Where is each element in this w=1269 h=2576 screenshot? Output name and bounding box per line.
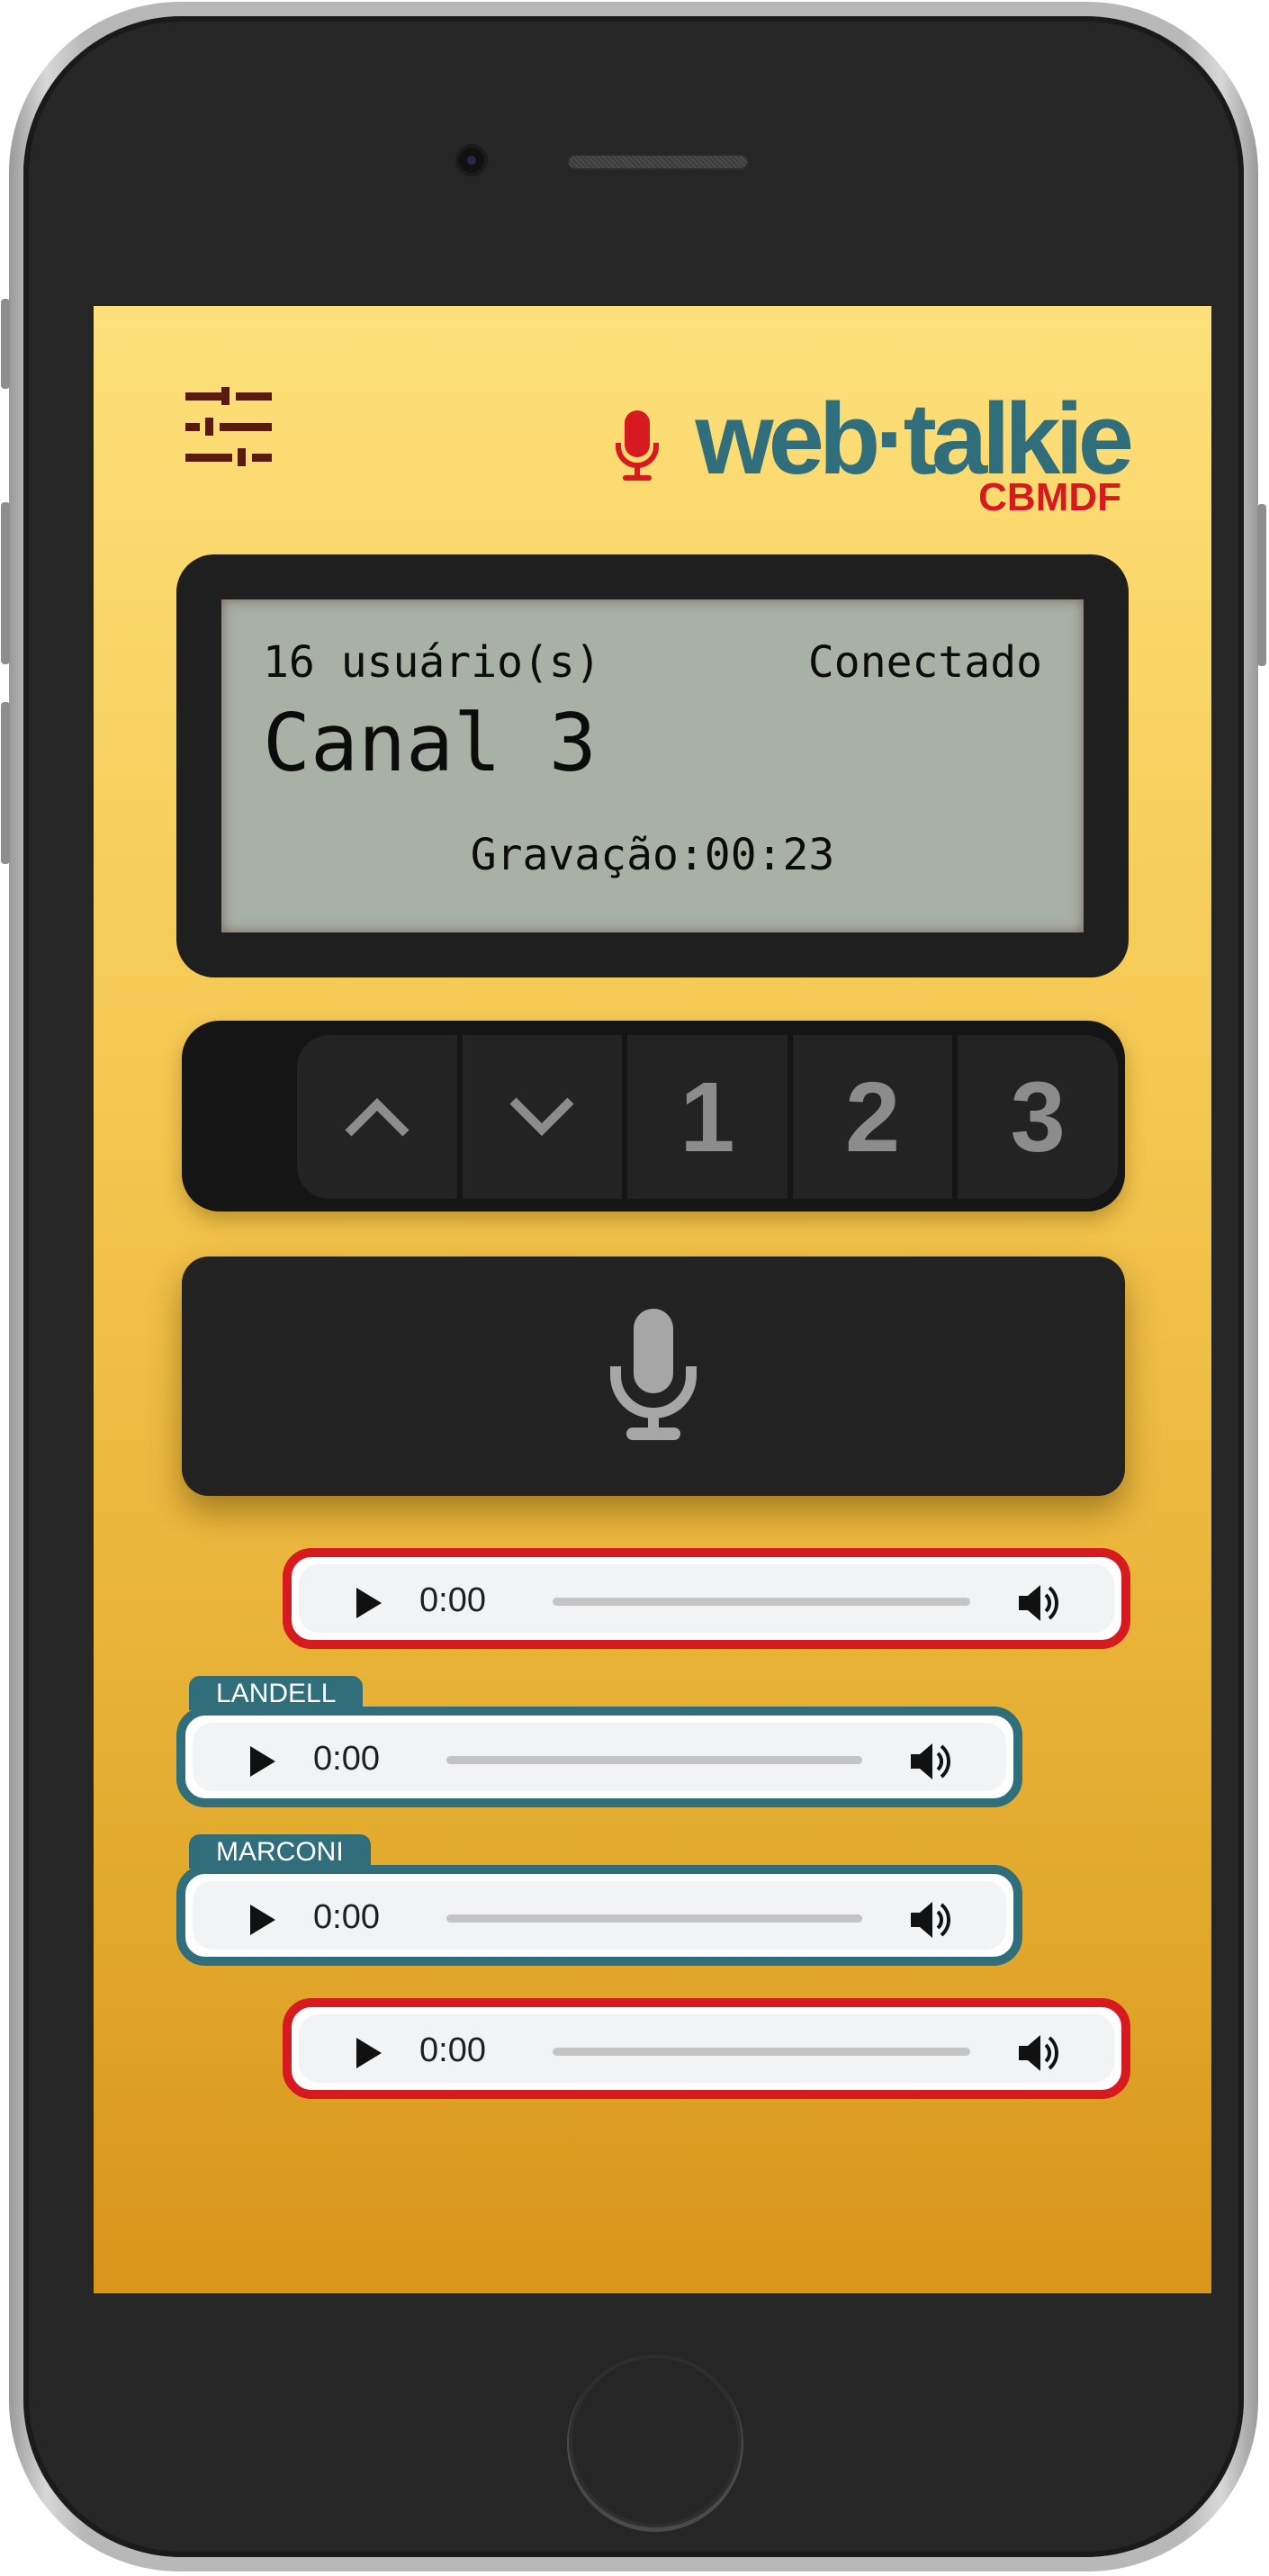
play-icon[interactable]: [248, 1903, 277, 1937]
channel-3-button[interactable]: 3: [958, 1035, 1118, 1199]
lcd-display: 16 usuário(s) Conectado Canal 3 Gravação…: [221, 599, 1084, 932]
audio-player: 0:00: [299, 1564, 1114, 1633]
phone-bezel: web·talkie CBMDF 16 usuário(s) Conectado…: [23, 16, 1244, 2557]
settings-button[interactable]: [185, 387, 272, 468]
audio-message-own: 0:00: [283, 1998, 1130, 2099]
chevron-up-icon: [345, 1097, 410, 1137]
audio-time: 0:00: [313, 1740, 380, 1778]
microphone-icon: [610, 1309, 697, 1440]
logo-microphone-icon: [616, 410, 659, 481]
play-icon[interactable]: [248, 1744, 277, 1779]
play-icon[interactable]: [355, 1586, 383, 1620]
sender-tag: LANDELL: [189, 1676, 364, 1710]
audio-player: 0:00: [193, 1723, 1006, 1791]
audio-time: 0:00: [419, 2031, 486, 2069]
chevron-down-icon: [509, 1097, 574, 1137]
home-button[interactable]: [569, 2355, 742, 2527]
webtalkie-logo: web·talkie CBMDF: [616, 389, 1134, 519]
play-icon[interactable]: [355, 2036, 383, 2070]
channel-keypad: 1 2 3: [182, 1021, 1125, 1211]
audio-progress-bar[interactable]: [553, 1598, 970, 1606]
lcd-display-frame: 16 usuário(s) Conectado Canal 3 Gravação…: [176, 554, 1129, 977]
audio-message-peer: 0:00: [176, 1865, 1022, 1966]
app-screen: web·talkie CBMDF 16 usuário(s) Conectado…: [94, 306, 1211, 2293]
channel-2-button[interactable]: 2: [792, 1035, 958, 1199]
earpiece-speaker: [567, 154, 749, 170]
channel-down-button[interactable]: [462, 1035, 628, 1199]
sender-tag: MARCONI: [189, 1834, 371, 1869]
audio-player: 0:00: [299, 2014, 1114, 2083]
mute-switch: [1, 299, 10, 389]
audio-message-peer: 0:00: [176, 1707, 1022, 1807]
front-camera: [459, 148, 484, 173]
phone-frame: web·talkie CBMDF 16 usuário(s) Conectado…: [1, 2, 1266, 2571]
volume-icon[interactable]: [1017, 1582, 1064, 1624]
volume-up-button: [1, 502, 10, 664]
sliders-icon: [185, 387, 272, 466]
volume-icon[interactable]: [909, 1741, 956, 1782]
logo-subtitle: CBMDF: [978, 475, 1121, 519]
push-to-talk-button[interactable]: [182, 1256, 1125, 1496]
channel-up-button[interactable]: [297, 1035, 463, 1199]
audio-progress-bar[interactable]: [446, 1914, 862, 1923]
audio-time: 0:00: [313, 1898, 380, 1936]
volume-icon[interactable]: [1017, 2032, 1064, 2074]
channel-keys: 1 2 3: [297, 1035, 1118, 1199]
audio-progress-bar[interactable]: [553, 2048, 970, 2056]
user-count: 16 usuário(s): [263, 637, 601, 688]
power-button: [1257, 504, 1266, 666]
connection-status: Conectado: [807, 637, 1042, 688]
channel-1-button[interactable]: 1: [627, 1035, 793, 1199]
volume-down-button: [1, 702, 10, 864]
current-channel: Canal 3: [263, 697, 597, 789]
audio-message-own: 0:00: [283, 1548, 1130, 1649]
audio-progress-bar[interactable]: [446, 1756, 862, 1764]
recording-timer: Gravação:00:23: [470, 830, 835, 880]
volume-icon[interactable]: [909, 1899, 956, 1941]
audio-time: 0:00: [419, 1581, 486, 1619]
audio-player: 0:00: [193, 1881, 1006, 1950]
